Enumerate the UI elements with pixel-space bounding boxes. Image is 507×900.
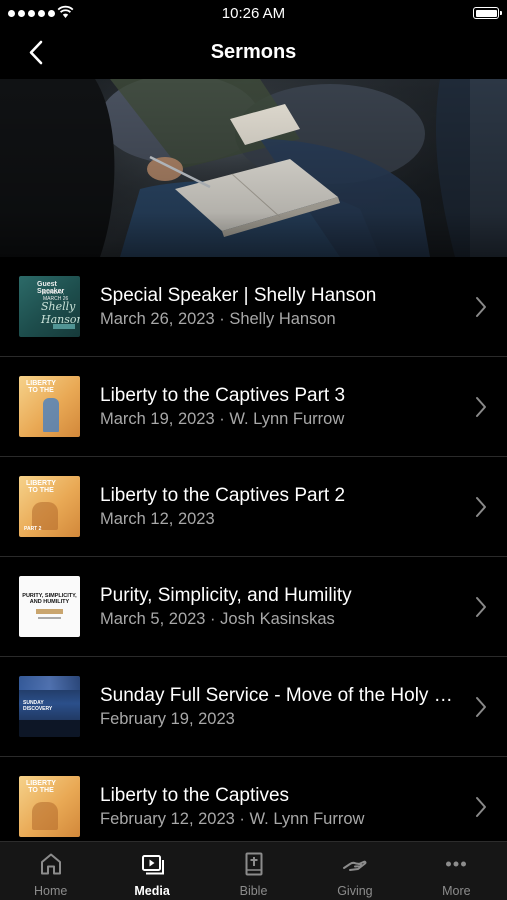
chevron-left-icon (29, 40, 43, 65)
sermon-subtitle: February 19, 2023 (100, 710, 235, 728)
tab-label: Giving (337, 884, 373, 898)
sermon-title: Special Speaker | Shelly Hanson (100, 285, 377, 306)
sermon-thumbnail: LIBERTY TO THE (19, 776, 80, 837)
chevron-right-icon (476, 797, 486, 817)
list-item[interactable]: Guest Speaker SUNDAY, MARCH 26 Shelly Ha… (0, 257, 507, 357)
list-item[interactable]: LIBERTY TO THE PART 2 Liberty to the Cap… (0, 457, 507, 557)
sermon-list: Guest Speaker SUNDAY, MARCH 26 Shelly Ha… (0, 257, 507, 841)
chevron-right-icon (476, 297, 486, 317)
sermon-thumbnail: Guest Speaker SUNDAY, MARCH 26 Shelly Ha… (19, 276, 80, 337)
chevron-right-icon (476, 697, 486, 717)
sermon-thumbnail: LIBERTY TO THE (19, 376, 80, 437)
status-bar: 10:26 AM (0, 0, 507, 28)
more-icon (446, 861, 467, 867)
chevron-right-icon (476, 397, 486, 417)
sermon-thumbnail: PURITY, SIMPLICITY, AND HUMILITY (19, 576, 80, 637)
sermon-subtitle: March 5, 2023 · Josh Kasinskas (100, 610, 335, 628)
sermon-title: Purity, Simplicity, and Humility (100, 585, 352, 606)
sermon-title: Liberty to the Captives Part 3 (100, 385, 346, 406)
tab-bar: Home Media Bible Giving More (0, 841, 507, 900)
sermon-thumbnail: LIBERTY TO THE PART 2 (19, 476, 80, 537)
tab-label: Bible (239, 884, 268, 898)
list-item[interactable]: LIBERTY TO THE Liberty to the Captives F… (0, 757, 507, 841)
sermon-thumbnail: SUNDAY DISCOVERY (19, 676, 80, 737)
back-button[interactable] (22, 38, 58, 68)
tab-label: More (442, 884, 471, 898)
tab-home[interactable]: Home (0, 842, 101, 900)
tab-giving[interactable]: Giving (304, 842, 405, 900)
chevron-right-icon (476, 497, 486, 517)
chevron-right-icon (476, 597, 486, 617)
status-time: 10:26 AM (221, 5, 286, 22)
sermon-title: Liberty to the Captives (100, 785, 290, 806)
list-item[interactable]: LIBERTY TO THE Liberty to the Captives P… (0, 357, 507, 457)
sermon-subtitle: March 12, 2023 (100, 510, 215, 528)
tab-label: Home (34, 884, 68, 898)
sermon-subtitle: March 26, 2023 · Shelly Hanson (100, 310, 336, 328)
tab-label: Media (134, 884, 170, 898)
giving-icon (342, 860, 367, 871)
tab-bible[interactable]: Bible (203, 842, 304, 900)
list-item[interactable]: SUNDAY DISCOVERY Sunday Full Service - M… (0, 657, 507, 757)
sermon-subtitle: February 12, 2023 · W. Lynn Furrow (100, 810, 365, 828)
page-title: Sermons (210, 41, 297, 63)
list-item[interactable]: PURITY, SIMPLICITY, AND HUMILITY Purity,… (0, 557, 507, 657)
sermon-subtitle: March 19, 2023 · W. Lynn Furrow (100, 410, 345, 428)
battery-icon (473, 7, 502, 19)
media-icon (142, 855, 165, 875)
tab-media[interactable]: Media (101, 842, 202, 900)
hero-image (0, 79, 507, 257)
navigation-bar: Sermons (0, 28, 507, 79)
tab-more[interactable]: More (406, 842, 507, 900)
home-icon (40, 853, 61, 875)
sermon-title: Sunday Full Service - Move of the Holy S… (100, 685, 465, 706)
bible-icon (245, 852, 263, 876)
sermon-title: Liberty to the Captives Part 2 (100, 485, 346, 506)
